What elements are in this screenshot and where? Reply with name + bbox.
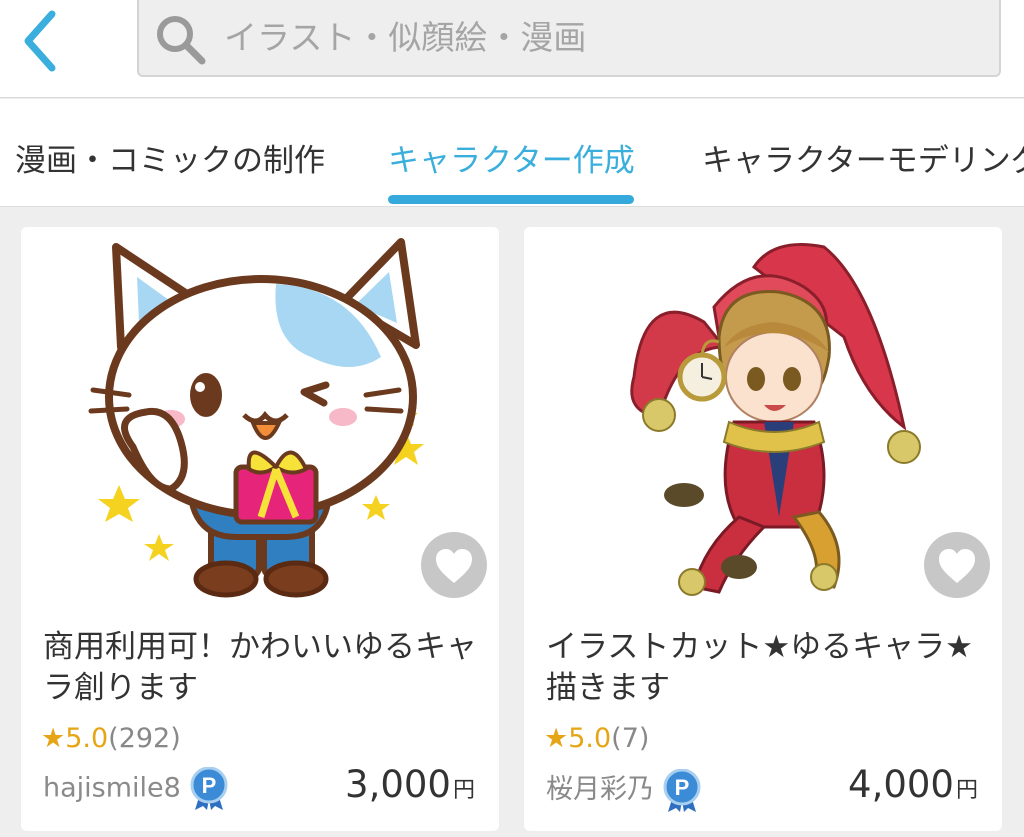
category-tabs: 漫画・コミックの制作 キャラクター作成 キャラクターモデリング [0,99,1024,207]
svg-text:P: P [201,773,216,798]
back-button[interactable] [14,6,74,72]
service-card[interactable]: イラストカット★ゆるキャラ★ 描きます ★5.0(7) 桜月彩乃 P 4,000… [524,227,1004,831]
price: 4,000円 [848,763,978,806]
tab-character-creation[interactable]: キャラクター作成 [388,135,635,180]
rating-score: ★5.0 [544,723,612,754]
review-count: (7) [611,723,650,754]
rating-score: ★5.0 [41,723,109,754]
seller-info[interactable]: hajismile8 P [43,767,229,811]
pro-badge-icon: P [190,767,228,810]
heart-icon [436,549,472,583]
price-amount: 3,000 [345,763,451,806]
rating: ★5.0(7) [544,723,649,754]
search-box[interactable] [137,0,1001,77]
active-tab-indicator [388,195,634,204]
price: 3,000円 [345,763,475,806]
rating: ★5.0(292) [41,723,181,754]
favorite-button[interactable] [421,532,487,598]
price-amount: 4,000 [848,763,954,806]
currency-unit: 円 [955,778,978,803]
service-title[interactable]: 商用利用可！かわいいゆるキャラ創ります [43,627,483,709]
tab-character-modeling[interactable]: キャラクターモデリング [702,135,1024,180]
pro-badge-icon: P [663,768,701,812]
svg-text:P: P [675,775,690,800]
service-card[interactable]: 商用利用可！かわいいゆるキャラ創ります ★5.0(292) hajismile8… [21,227,499,831]
seller-name: 桜月彩乃 [546,774,654,805]
seller-name: hajismile8 [43,772,181,804]
review-count: (292) [108,723,181,754]
search-input[interactable] [224,12,984,62]
top-bar [0,0,1024,98]
heart-icon [939,549,975,583]
currency-unit: 円 [452,778,475,803]
magnifier-icon [157,16,206,65]
service-title[interactable]: イラストカット★ゆるキャラ★ 描きます [546,627,1004,709]
tab-manga-comic[interactable]: 漫画・コミックの制作 [15,135,325,180]
chevron-left-icon [24,10,56,72]
seller-info[interactable]: 桜月彩乃 P [546,767,702,813]
favorite-button[interactable] [924,532,990,598]
